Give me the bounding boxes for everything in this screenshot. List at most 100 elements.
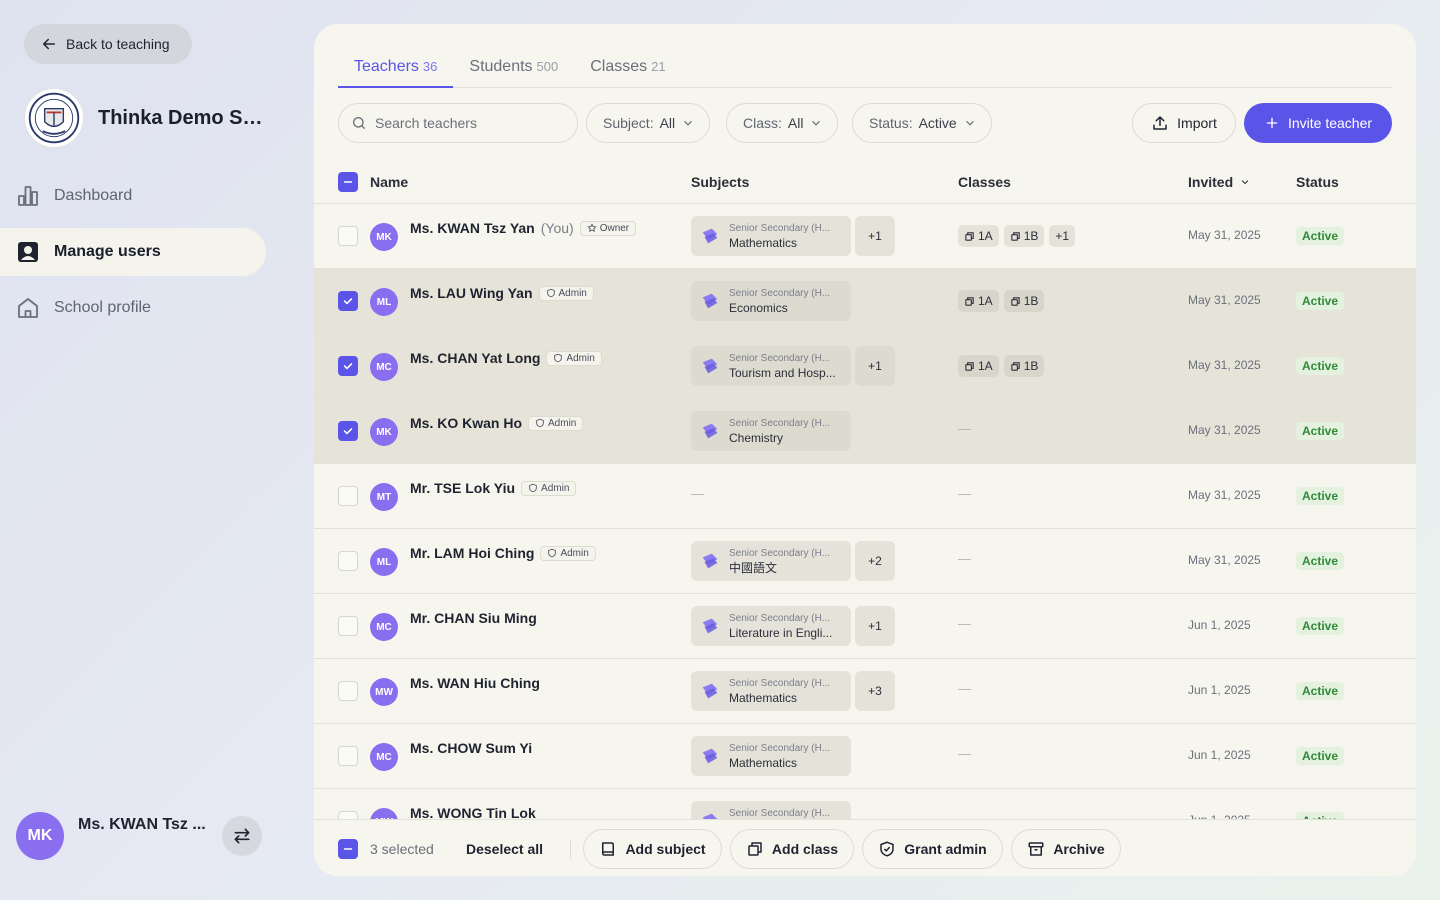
add-subject-button[interactable]: Add subject xyxy=(583,829,722,869)
school-header: Thinka Demo Se... xyxy=(24,88,268,148)
table-row[interactable]: MC Mr. CHAN Siu Ming Senior Secondary (H..… xyxy=(314,594,1416,659)
shield-icon xyxy=(554,353,563,363)
archive-button[interactable]: Archive xyxy=(1011,829,1121,869)
row-checkbox[interactable] xyxy=(338,746,358,766)
class-chip[interactable]: 1B xyxy=(1003,355,1045,377)
class-chip[interactable]: 1B xyxy=(1003,290,1045,312)
filter-label: Class: xyxy=(743,115,782,131)
teacher-name[interactable]: Ms. CHAN Yat Long xyxy=(410,350,540,366)
swap-arrows-icon xyxy=(234,828,250,844)
sort-chevron-down-icon xyxy=(1241,180,1249,185)
tab-classes[interactable]: Classes 21 xyxy=(574,46,681,88)
role-label: Admin xyxy=(548,417,577,429)
class-filter-dropdown[interactable]: Class: All xyxy=(726,103,839,143)
table-row[interactable]: ML Mr. LAM Hoi Ching Admin Senior Secondary… xyxy=(314,529,1416,594)
avatar: ML xyxy=(370,288,398,316)
subject-chip[interactable]: Senior Secondary (H... Tourism and Hosp..… xyxy=(691,346,851,386)
subject-chip[interactable]: Senior Secondary (H... Mathematics xyxy=(691,671,851,711)
empty-classes: — xyxy=(958,616,971,631)
subject-chip[interactable]: Senior Secondary (H... Mathematics xyxy=(691,736,851,776)
tab-students[interactable]: Students 500 xyxy=(453,46,574,88)
column-header-subjects: Subjects xyxy=(691,174,750,190)
teacher-name-cell: Ms. CHAN Yat Long Admin xyxy=(410,350,602,366)
invited-date: Jun 1, 2025 xyxy=(1188,683,1251,697)
table-row[interactable]: ML Ms. LAU Wing Yan Admin Senior Secondary … xyxy=(314,269,1416,334)
column-header-invited[interactable]: Invited xyxy=(1188,174,1251,190)
more-subjects-button[interactable]: +1 xyxy=(855,606,895,646)
import-label: Import xyxy=(1177,115,1217,131)
more-subjects-button[interactable]: +1 xyxy=(855,216,895,256)
table-row[interactable]: MT Mr. TSE Lok Yiu Admin — — May 31, 2025 Acti… xyxy=(314,464,1416,529)
deselect-all-button[interactable]: Deselect all xyxy=(466,841,543,857)
row-checkbox[interactable] xyxy=(338,486,358,506)
table-row[interactable]: MK Ms. KO Kwan Ho Admin Senior Secondary (H… xyxy=(314,399,1416,464)
back-to-teaching-button[interactable]: Back to teaching xyxy=(24,24,192,64)
row-checkbox[interactable] xyxy=(338,291,358,311)
bulk-select-checkbox[interactable] xyxy=(338,839,358,859)
row-checkbox[interactable] xyxy=(338,421,358,441)
subject-chip[interactable]: Senior Secondary (H... Economics xyxy=(691,281,851,321)
subject-chip[interactable]: Senior Secondary (H... 中國語文 xyxy=(691,541,851,581)
class-label: 1B xyxy=(1023,359,1039,373)
teacher-name[interactable]: Ms. KWAN Tsz Yan xyxy=(410,220,535,236)
subject-chip[interactable]: Senior Secondary (H... Chemistry xyxy=(691,411,851,451)
class-chip[interactable]: 1B xyxy=(1003,225,1045,247)
table-row[interactable]: MC Ms. CHAN Yat Long Admin Senior Secondary… xyxy=(314,334,1416,399)
sidebar-item-school-profile[interactable]: School profile xyxy=(0,284,266,332)
chevron-down-icon xyxy=(965,120,974,126)
more-subjects-button[interactable]: +2 xyxy=(855,541,895,581)
more-classes-chip[interactable]: +1 xyxy=(1049,225,1076,247)
invited-date: Jun 1, 2025 xyxy=(1188,748,1251,762)
teacher-name[interactable]: Mr. CHAN Siu Ming xyxy=(410,610,537,626)
select-all-checkbox[interactable] xyxy=(338,172,358,192)
invite-teacher-button[interactable]: Invite teacher xyxy=(1244,103,1392,143)
more-subjects-button[interactable]: +3 xyxy=(855,671,895,711)
teacher-name[interactable]: Ms. LAU Wing Yan xyxy=(410,285,533,301)
subject-filter-dropdown[interactable]: Subject: All xyxy=(586,103,711,143)
grant-admin-button[interactable]: Grant admin xyxy=(862,829,1003,869)
table-row[interactable]: MW Ms. WAN Hiu Ching Senior Secondary (H..… xyxy=(314,659,1416,724)
teacher-name[interactable]: Ms. WAN Hiu Ching xyxy=(410,675,540,691)
teacher-name[interactable]: Ms. KO Kwan Ho xyxy=(410,415,522,431)
subject-level: Senior Secondary (H... xyxy=(729,613,831,624)
copy-icon xyxy=(748,842,762,856)
class-chip[interactable]: 1A xyxy=(958,290,999,312)
shield-icon xyxy=(529,483,537,493)
class-chip[interactable]: 1A xyxy=(958,225,999,247)
avatar: MC xyxy=(370,743,398,771)
tab-teachers[interactable]: Teachers 36 xyxy=(338,46,454,88)
empty-subjects: — xyxy=(691,486,704,501)
tab-label: Students xyxy=(469,58,533,75)
switch-account-button[interactable] xyxy=(222,816,262,856)
search-input[interactable] xyxy=(375,115,565,131)
add-class-button[interactable]: Add class xyxy=(730,829,854,869)
row-checkbox[interactable] xyxy=(338,551,358,571)
teacher-name[interactable]: Ms. CHOW Sum Yi xyxy=(410,740,532,756)
row-checkbox[interactable] xyxy=(338,356,358,376)
more-subjects-button[interactable]: +1 xyxy=(855,346,895,386)
row-checkbox[interactable] xyxy=(338,681,358,701)
import-button[interactable]: Import xyxy=(1132,103,1236,143)
role-label: Admin xyxy=(558,287,587,299)
class-chip[interactable]: 1A xyxy=(958,355,999,377)
invite-label: Invite teacher xyxy=(1287,115,1373,131)
subject-level: Senior Secondary (H... xyxy=(729,353,831,364)
column-header-name[interactable]: Name xyxy=(370,174,408,190)
subject-chip[interactable]: Senior Secondary (H... Literature in Engl… xyxy=(691,606,851,646)
sidebar-item-manage-users[interactable]: Manage users xyxy=(0,228,266,276)
status-filter-dropdown[interactable]: Status: Active xyxy=(852,103,992,143)
toolbar: Subject: All Class: All Status: Active I… xyxy=(338,103,1392,143)
avatar[interactable]: MK xyxy=(16,812,64,860)
teacher-name[interactable]: Mr. TSE Lok Yiu xyxy=(410,480,515,496)
table-row[interactable]: MC Ms. CHOW Sum Yi Senior Secondary (H... M… xyxy=(314,724,1416,789)
tab-count: 500 xyxy=(536,59,559,74)
subject-chip[interactable]: Senior Secondary (H... Mathematics xyxy=(691,216,851,256)
table-row[interactable]: MK Ms. KWAN Tsz Yan (You) Owner Senior Secon… xyxy=(314,204,1416,269)
shield-check-icon xyxy=(880,841,895,857)
sidebar-item-dashboard[interactable]: Dashboard xyxy=(0,172,266,220)
row-checkbox[interactable] xyxy=(338,616,358,636)
tab-count: 36 xyxy=(422,59,438,74)
row-checkbox[interactable] xyxy=(338,226,358,246)
archive-icon xyxy=(1028,842,1044,856)
teacher-name[interactable]: Mr. LAM Hoi Ching xyxy=(410,545,534,561)
